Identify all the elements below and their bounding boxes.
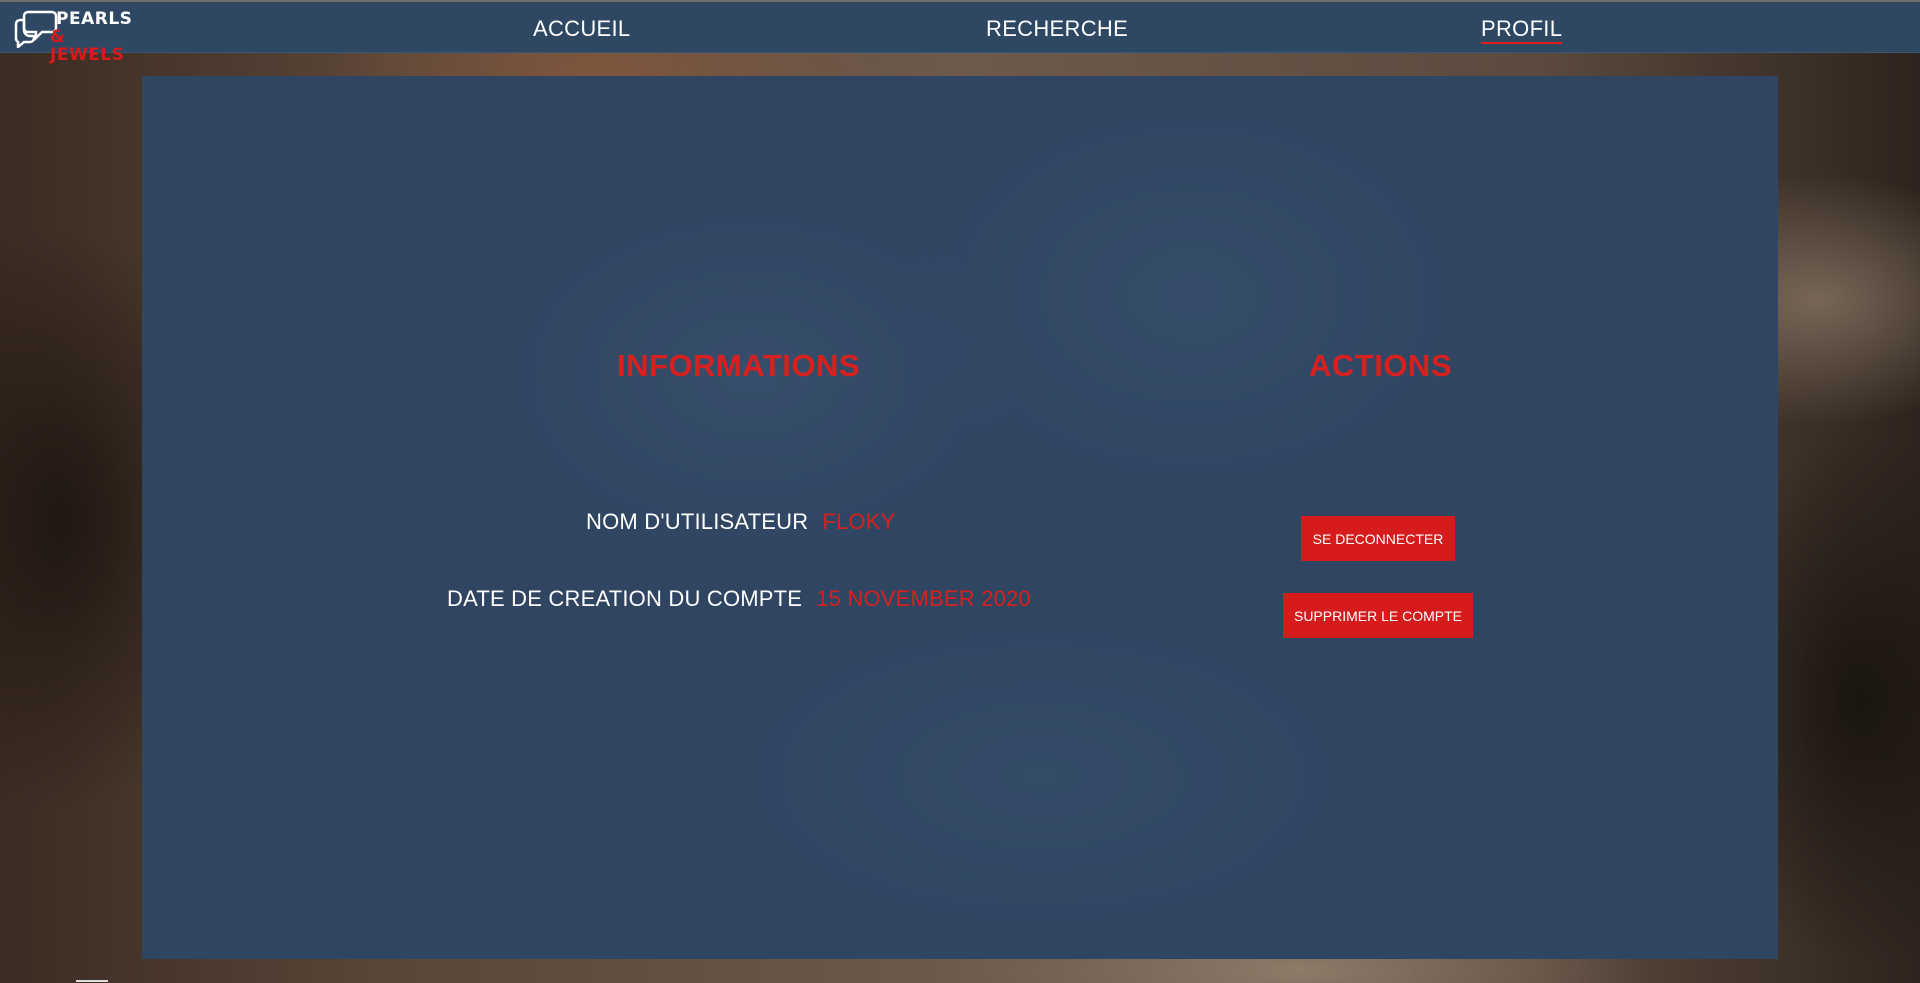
username-label: NOM D'UTILISATEUR [586,509,809,534]
actions-heading: ACTIONS [1309,348,1452,383]
nav-profil[interactable]: PROFIL [1481,16,1563,44]
profile-panel [142,76,1778,959]
creation-date-row: DATE DE CREATION DU COMPTE 15 NOVEMBER 20… [447,586,1031,612]
logo-text-line1: PEARLS [56,9,133,29]
creation-date-value: 15 NOVEMBER 2020 [816,586,1031,611]
top-navbar: PEARLS & JEWELS ACCUEIL RECHERCHE PROFIL [0,0,1920,64]
username-row: NOM D'UTILISATEUR FLOKY [586,509,895,535]
nav-recherche[interactable]: RECHERCHE [986,16,1128,44]
logo-text-line2: & JEWELS [50,27,125,65]
delete-account-button[interactable]: SUPPRIMER LE COMPTE [1283,593,1473,638]
username-value: FLOKY [822,509,896,534]
site-logo[interactable]: PEARLS & JEWELS [14,8,139,64]
page-bottom-divider [76,980,108,982]
creation-date-label: DATE DE CREATION DU COMPTE [447,586,803,611]
logout-button[interactable]: SE DECONNECTER [1301,516,1455,561]
nav-accueil[interactable]: ACCUEIL [533,16,630,44]
informations-heading: INFORMATIONS [617,348,861,383]
